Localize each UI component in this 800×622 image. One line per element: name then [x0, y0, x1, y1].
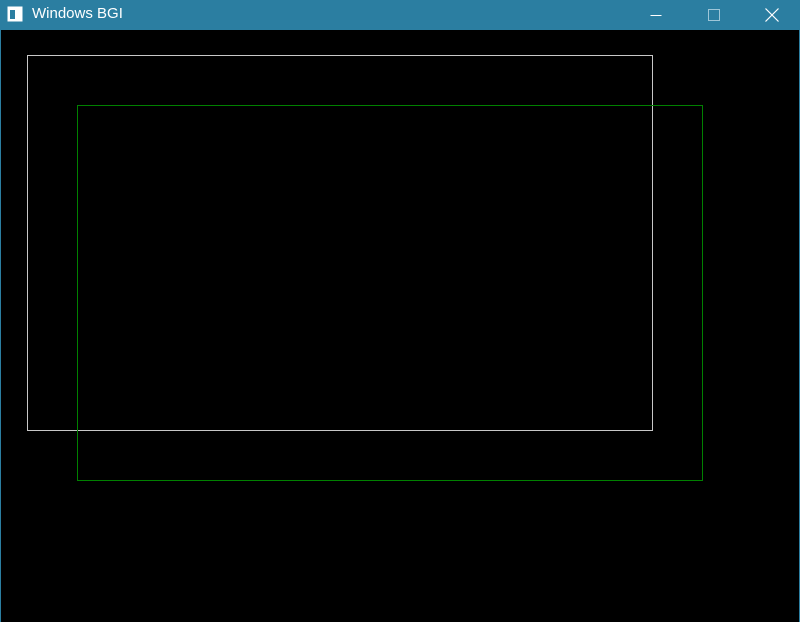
minimize-icon — [650, 15, 662, 16]
gray-rectangle — [27, 55, 653, 431]
graphics-surface — [27, 55, 703, 481]
title-bar[interactable]: Windows BGI — [1, 0, 799, 30]
app-window-icon — [7, 6, 23, 22]
bgi-window: Windows BGI — [0, 0, 800, 622]
minimize-button[interactable] — [627, 0, 685, 30]
green-rectangle — [77, 105, 703, 481]
drawing-canvas[interactable] — [1, 30, 799, 622]
close-button[interactable] — [743, 0, 800, 30]
maximize-icon — [708, 9, 720, 21]
maximize-button[interactable] — [685, 0, 743, 30]
close-icon — [765, 8, 779, 22]
window-title: Windows BGI — [32, 5, 123, 22]
